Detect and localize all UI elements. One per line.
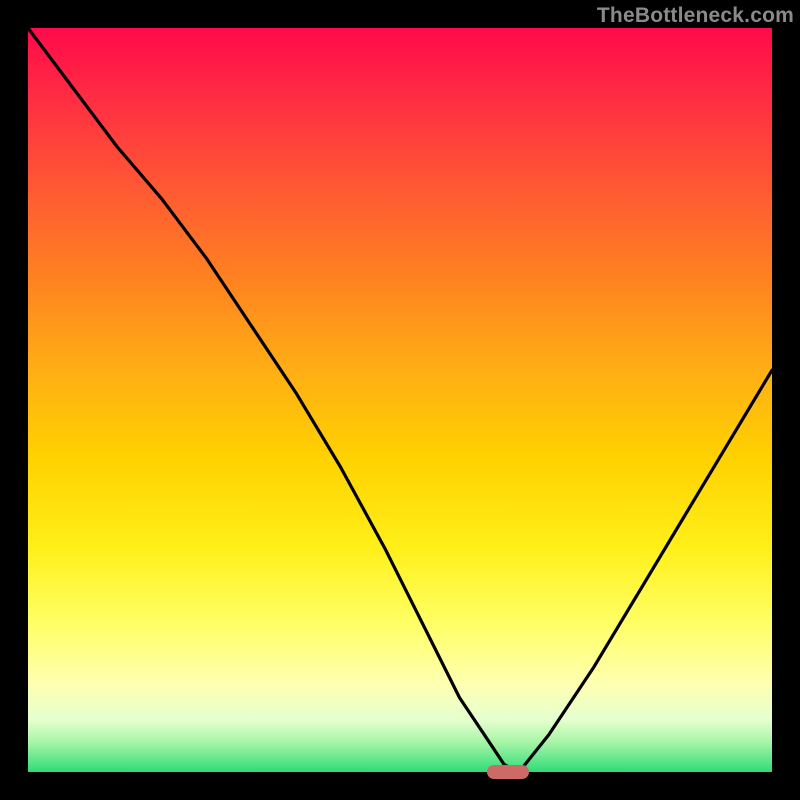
bottleneck-curve [28,28,772,772]
watermark-text: TheBottleneck.com [597,4,794,28]
plot-area [28,28,772,772]
optimal-marker [487,765,529,779]
chart-stage: TheBottleneck.com [0,0,800,800]
